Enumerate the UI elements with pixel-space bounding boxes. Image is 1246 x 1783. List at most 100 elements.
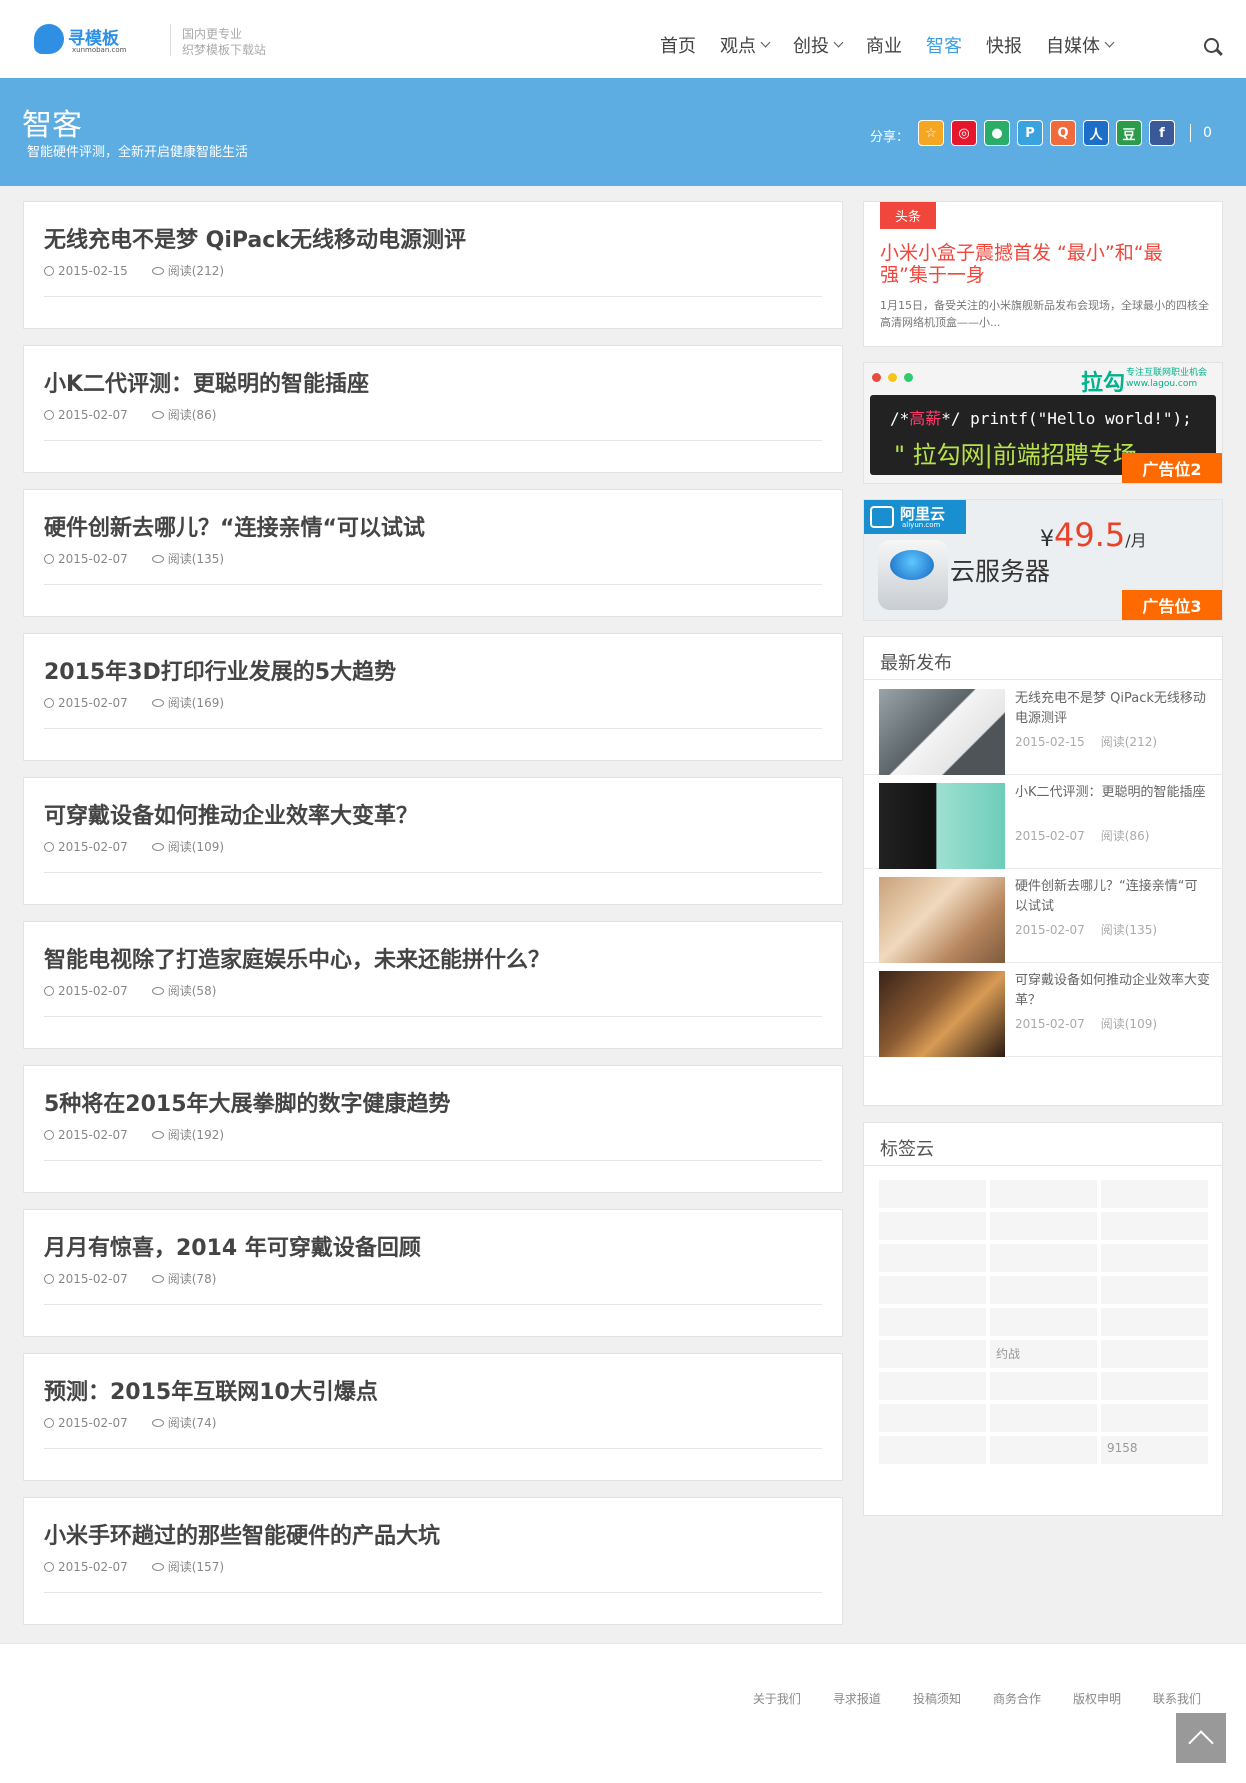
ad-banner-aliyun[interactable]: 阿里云 aliyun.com ¥49.5/月 云服务器 广告位3 [863, 499, 1223, 621]
article-card[interactable]: 月月有惊喜，2014 年可穿戴设备回顾 2015-02-07 阅读(78) [23, 1209, 843, 1337]
tag-link[interactable] [879, 1340, 986, 1368]
tag-link[interactable]: 约战 [990, 1340, 1097, 1368]
tag-link[interactable] [879, 1372, 986, 1400]
recent-posts: 最新发布 无线充电不是梦 QiPack无线移动电源测评 2015-02-15 阅读(… [863, 636, 1223, 1106]
tag-link[interactable] [879, 1276, 986, 1304]
qzone-icon[interactable]: ☆ [918, 120, 944, 146]
tag-link[interactable] [879, 1212, 986, 1240]
nav-item-3[interactable]: 商业 [866, 32, 902, 58]
recent-post-views: 阅读(86) [1100, 829, 1150, 843]
article-title[interactable]: 小K二代评测：更聪明的智能插座 [44, 366, 369, 398]
tag-link[interactable] [990, 1404, 1097, 1432]
nav-item-4[interactable]: 智客 [926, 32, 962, 58]
article-title[interactable]: 2015年3D打印行业发展的5大趋势 [44, 654, 396, 686]
article-title[interactable]: 智能电视除了打造家庭娱乐中心，未来还能拼什么？ [44, 942, 550, 974]
tag-link[interactable] [879, 1244, 986, 1272]
tag-link[interactable] [1101, 1276, 1208, 1304]
tag-link[interactable] [990, 1372, 1097, 1400]
headline-title[interactable]: 小米小盒子震撼首发 “最小”和“最强”集于一身 [880, 242, 1210, 286]
recent-post-views: 阅读(135) [1100, 923, 1158, 937]
article-card[interactable]: 可穿戴设备如何推动企业效率大变革？ 2015-02-07 阅读(109) [23, 777, 843, 905]
footer-link[interactable]: 关于我们 [753, 1690, 801, 1707]
ad-banner-lagou[interactable]: 拉勾 专注互联网职业机会 www.lagou.com /*高薪*/ printf… [863, 362, 1223, 484]
renren-icon[interactable]: 人 [1083, 120, 1109, 146]
tag-link[interactable] [990, 1436, 1097, 1464]
facebook-icon[interactable]: f [1149, 120, 1175, 146]
recent-post-thumbnail[interactable] [879, 971, 1005, 1057]
recent-post-date: 2015-02-07 [1015, 923, 1085, 937]
footer-link[interactable]: 商务合作 [993, 1690, 1041, 1707]
tag-link[interactable]: 9158 [1101, 1436, 1208, 1464]
article-meta: 2015-02-07 阅读(192) [44, 1126, 224, 1143]
article-card[interactable]: 5种将在2015年大展拳脚的数字健康趋势 2015-02-07 阅读(192) [23, 1065, 843, 1193]
footer-link[interactable]: 联系我们 [1153, 1690, 1201, 1707]
tag-link[interactable] [1101, 1180, 1208, 1208]
recent-post-thumbnail[interactable] [879, 689, 1005, 775]
nav-item-2[interactable]: 创投 [793, 32, 844, 58]
tag-link[interactable] [879, 1404, 986, 1432]
article-title[interactable]: 5种将在2015年大展拳脚的数字健康趋势 [44, 1086, 451, 1118]
category-banner: 智客 智能硬件评测，全新开启健康智能生活 分享： ☆ ◎ ● P Q 人豆 f 0 [0, 78, 1246, 186]
clock-icon [44, 985, 54, 996]
nav-item-6[interactable]: 自媒体 [1046, 32, 1115, 58]
article-title[interactable]: 预测：2015年互联网10大引爆点 [44, 1374, 378, 1406]
tag-link[interactable] [1101, 1404, 1208, 1432]
article-title[interactable]: 月月有惊喜，2014 年可穿戴设备回顾 [44, 1230, 421, 1262]
recent-post-date: 2015-02-07 [1015, 1017, 1085, 1031]
article-card[interactable]: 2015年3D打印行业发展的5大趋势 2015-02-07 阅读(169) [23, 633, 843, 761]
code-highlight: 高薪 [909, 409, 942, 428]
nav-item-1[interactable]: 观点 [720, 32, 771, 58]
footer-link[interactable]: 寻求报道 [833, 1690, 881, 1707]
article-meta: 2015-02-15 阅读(212) [44, 262, 224, 279]
site-logo[interactable]: 寻模板 xunmoban.com [34, 24, 134, 58]
wechat-icon[interactable]: ● [984, 120, 1010, 146]
recent-post-item[interactable]: 可穿戴设备如何推动企业效率大变革？ 2015-02-07 阅读(109) [864, 963, 1222, 1057]
article-card[interactable]: 智能电视除了打造家庭娱乐中心，未来还能拼什么？ 2015-02-07 阅读(58) [23, 921, 843, 1049]
tag-link[interactable] [1101, 1372, 1208, 1400]
tag-link[interactable] [879, 1308, 986, 1336]
recent-post-title[interactable]: 小K二代评测：更聪明的智能插座 [1015, 783, 1210, 803]
article-meta: 2015-02-07 阅读(74) [44, 1414, 216, 1431]
tag-link[interactable] [1101, 1308, 1208, 1336]
article-card[interactable]: 硬件创新去哪儿？“连接亲情“可以试试 2015-02-07 阅读(135) [23, 489, 843, 617]
article-card[interactable]: 无线充电不是梦 QiPack无线移动电源测评 2015-02-15 阅读(212) [23, 201, 843, 329]
article-card[interactable]: 小米手环趟过的那些智能硬件的产品大坑 2015-02-07 阅读(157) [23, 1497, 843, 1625]
back-to-top-button[interactable] [1176, 1713, 1226, 1763]
tencent-weibo-icon[interactable]: P [1017, 120, 1043, 146]
tag-link[interactable] [879, 1436, 986, 1464]
nav-item-0[interactable]: 首页 [660, 32, 696, 58]
qq-icon[interactable]: Q [1050, 120, 1076, 146]
footer-link[interactable]: 投稿须知 [913, 1690, 961, 1707]
chevron-down-icon [760, 37, 771, 48]
nav-item-5[interactable]: 快报 [986, 32, 1022, 58]
article-title[interactable]: 无线充电不是梦 QiPack无线移动电源测评 [44, 222, 466, 254]
article-title[interactable]: 可穿戴设备如何推动企业效率大变革？ [44, 798, 418, 830]
article-card[interactable]: 小K二代评测：更聪明的智能插座 2015-02-07 阅读(86) [23, 345, 843, 473]
recent-post-item[interactable]: 无线充电不是梦 QiPack无线移动电源测评 2015-02-15 阅读(212) [864, 681, 1222, 775]
weibo-icon[interactable]: ◎ [951, 120, 977, 146]
douban-icon[interactable]: 豆 [1116, 120, 1142, 146]
tag-link[interactable] [1101, 1212, 1208, 1240]
search-icon[interactable] [1204, 38, 1219, 53]
tag-link[interactable] [879, 1180, 986, 1208]
tag-link[interactable] [990, 1180, 1097, 1208]
recent-post-thumbnail[interactable] [879, 877, 1005, 963]
recent-post-item[interactable]: 硬件创新去哪儿？“连接亲情“可以试试 2015-02-07 阅读(135) [864, 869, 1222, 963]
tag-link[interactable] [990, 1276, 1097, 1304]
recent-post-title[interactable]: 可穿戴设备如何推动企业效率大变革？ [1015, 971, 1210, 1011]
tag-link[interactable] [990, 1244, 1097, 1272]
recent-post-item[interactable]: 小K二代评测：更聪明的智能插座 2015-02-07 阅读(86) [864, 775, 1222, 869]
article-card[interactable]: 预测：2015年互联网10大引爆点 2015-02-07 阅读(74) [23, 1353, 843, 1481]
tag-link[interactable] [1101, 1244, 1208, 1272]
tag-link[interactable] [1101, 1340, 1208, 1368]
article-title[interactable]: 小米手环趟过的那些智能硬件的产品大坑 [44, 1518, 440, 1550]
tag-link[interactable] [990, 1308, 1097, 1336]
recent-post-title[interactable]: 无线充电不是梦 QiPack无线移动电源测评 [1015, 689, 1210, 729]
tag-link[interactable] [990, 1212, 1097, 1240]
code-printf: */ printf("Hello world!"); [941, 409, 1192, 428]
article-title[interactable]: 硬件创新去哪儿？“连接亲情“可以试试 [44, 510, 425, 542]
recent-post-thumbnail[interactable] [879, 783, 1005, 869]
footer-link[interactable]: 版权申明 [1073, 1690, 1121, 1707]
recent-post-title[interactable]: 硬件创新去哪儿？“连接亲情“可以试试 [1015, 877, 1210, 917]
headline-card[interactable]: 头条 小米小盒子震撼首发 “最小”和“最强”集于一身 1月15日，备受关注的小米… [863, 201, 1223, 347]
